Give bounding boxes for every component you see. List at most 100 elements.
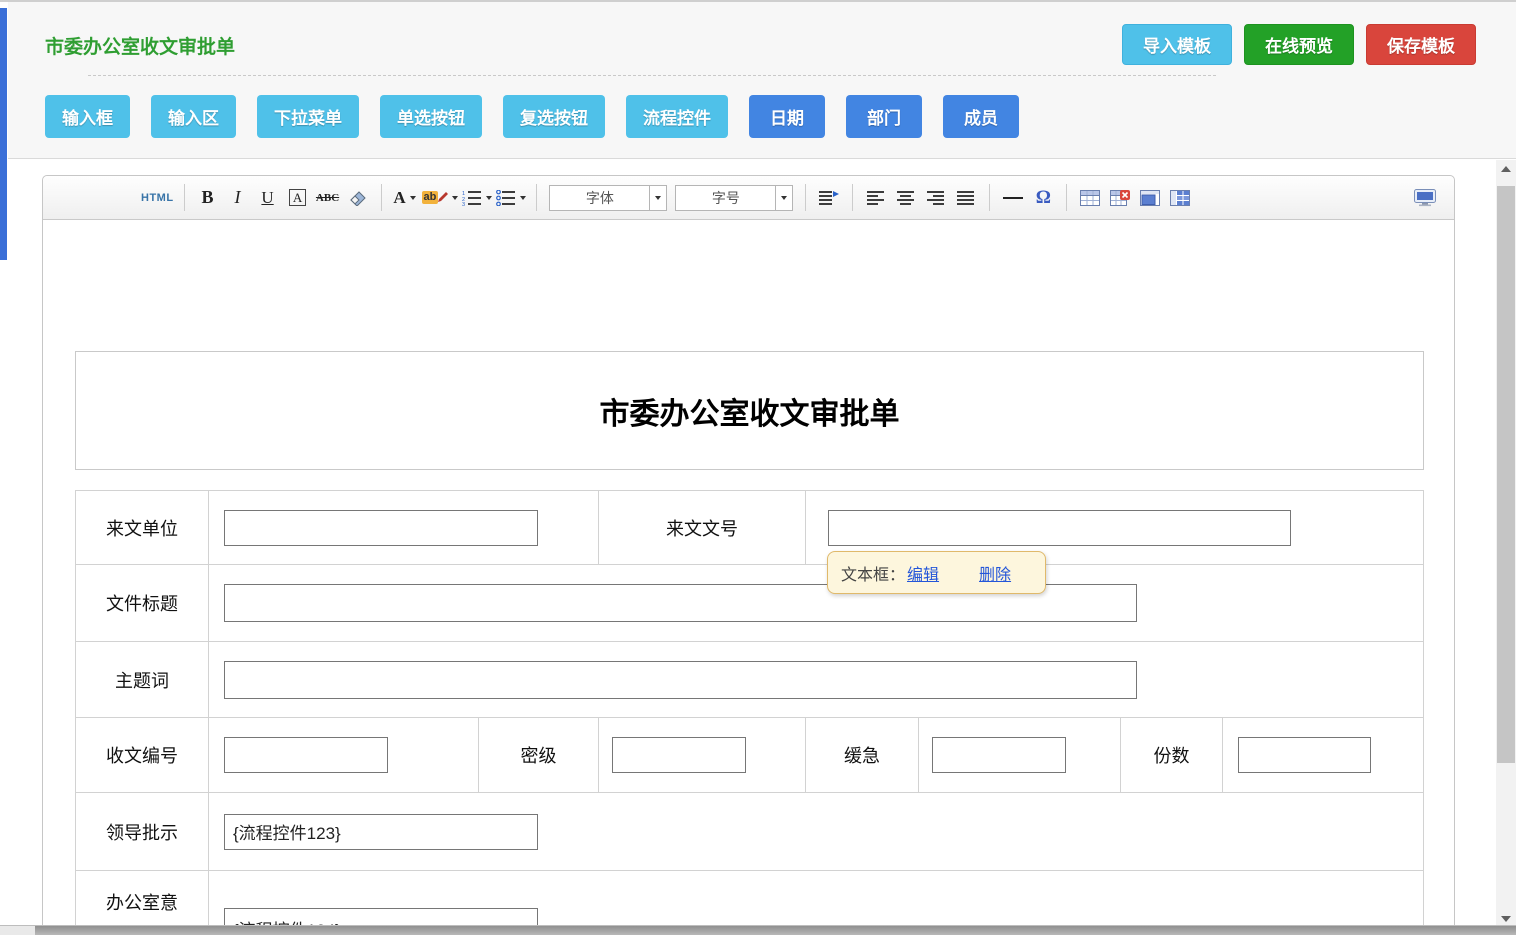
align-center-button[interactable] (893, 184, 919, 212)
copies-input[interactable] (1238, 737, 1371, 773)
online-preview-button[interactable]: 在线预览 (1244, 24, 1354, 65)
import-template-button[interactable]: 导入模板 (1122, 24, 1232, 65)
keywords-input[interactable] (224, 661, 1137, 699)
align-center-icon (897, 191, 915, 205)
horizontal-scrollbar-thumb[interactable] (35, 926, 1516, 935)
receipt-no-cell (209, 718, 479, 792)
form-title-box: 市委办公室收文审批单 (75, 351, 1424, 470)
add-input-box-button[interactable]: 输入框 (45, 95, 130, 138)
receipt-no-input[interactable] (224, 737, 388, 773)
urgency-input[interactable] (932, 737, 1066, 773)
table-row: 文件标题 (76, 565, 1423, 642)
add-member-button[interactable]: 成员 (943, 95, 1019, 138)
table-row: 来文单位 来文文号 (76, 491, 1423, 565)
copies-label: 份数 (1121, 718, 1223, 792)
add-dropdown-button[interactable]: 下拉菜单 (257, 95, 359, 138)
chevron-down-icon (410, 196, 416, 200)
source-unit-input[interactable] (224, 510, 538, 546)
rich-text-editor: HTML B I U A ABC A ab 1 (42, 175, 1455, 935)
arrow-up-icon (1501, 166, 1511, 172)
urgency-label: 缓急 (806, 718, 919, 792)
html-source-button[interactable]: HTML (141, 184, 174, 212)
strikethrough-button[interactable]: ABC (315, 184, 341, 212)
align-left-button[interactable] (863, 184, 889, 212)
pencil-icon (438, 192, 448, 204)
doc-number-input[interactable] (828, 510, 1291, 546)
leader-note-label: 领导批示 (76, 793, 209, 870)
leader-note-input[interactable] (224, 814, 538, 850)
ordered-list-icon: 1 2 3 (462, 190, 482, 206)
header-actions: 导入模板 在线预览 保存模板 (1122, 24, 1476, 65)
monitor-icon (1414, 189, 1436, 207)
table-row: 领导批示 (76, 793, 1423, 871)
add-date-button[interactable]: 日期 (749, 95, 825, 138)
security-input[interactable] (612, 737, 746, 773)
delete-table-button[interactable] (1107, 184, 1133, 212)
horizontal-scrollbar[interactable] (0, 925, 1516, 935)
security-label: 密级 (479, 718, 599, 792)
align-justify-button[interactable] (953, 184, 979, 212)
form-title: 市委办公室收文审批单 (600, 389, 900, 433)
underline-button[interactable]: U (255, 184, 281, 212)
highlight-color-button[interactable]: ab (422, 184, 459, 212)
vertical-scrollbar-thumb[interactable] (1497, 186, 1515, 763)
add-textarea-button[interactable]: 输入区 (151, 95, 236, 138)
align-right-button[interactable] (923, 184, 949, 212)
table-properties-icon (1170, 190, 1190, 206)
editor-canvas[interactable]: 市委办公室收文审批单 来文单位 来文文号 文件标题 主题词 (43, 220, 1454, 935)
indent-button[interactable] (816, 184, 842, 212)
keywords-label: 主题词 (76, 642, 209, 717)
chevron-down-icon (655, 196, 661, 200)
screen: 市委办公室收文审批单 导入模板 在线预览 保存模板 输入框 输入区 下拉菜单 单… (0, 0, 1516, 935)
chevron-down-icon (781, 196, 787, 200)
background-page-edge (0, 8, 7, 260)
align-right-icon (927, 191, 945, 205)
doc-title-cell (209, 565, 1423, 641)
italic-button[interactable]: I (225, 184, 251, 212)
insert-table-button[interactable] (1077, 184, 1103, 212)
font-family-select[interactable]: 字体 (549, 185, 667, 211)
remove-format-button[interactable] (345, 184, 371, 212)
special-char-button[interactable]: Ω (1030, 184, 1056, 212)
add-radio-button[interactable]: 单选按钮 (380, 95, 482, 138)
cell-properties-icon (1140, 190, 1160, 206)
add-flow-control-button[interactable]: 流程控件 (626, 95, 728, 138)
cell-properties-button[interactable] (1137, 184, 1163, 212)
font-color-button[interactable]: A (392, 184, 418, 212)
control-buttons-row: 输入框 输入区 下拉菜单 单选按钮 复选按钮 流程控件 日期 部门 成员 (45, 95, 1019, 138)
add-checkbox-button[interactable]: 复选按钮 (503, 95, 605, 138)
vertical-scrollbar[interactable] (1496, 160, 1516, 927)
char-border-button[interactable]: A (285, 184, 311, 212)
page-title: 市委办公室收文审批单 (45, 32, 235, 59)
toolbar-separator (536, 184, 537, 211)
ordered-list-button[interactable]: 1 2 3 (462, 184, 492, 212)
arrow-down-icon (1501, 916, 1511, 922)
toolbar-separator (381, 184, 382, 211)
dashed-divider (88, 75, 1216, 76)
font-family-dropdown-button[interactable] (649, 186, 666, 210)
html-source-label: HTML (141, 192, 174, 204)
delete-link[interactable]: 删除 (979, 561, 1011, 585)
receipt-no-label: 收文编号 (76, 718, 209, 792)
table-properties-button[interactable] (1167, 184, 1193, 212)
horizontal-rule-button[interactable] (1000, 184, 1026, 212)
align-left-icon (867, 191, 885, 205)
save-template-button[interactable]: 保存模板 (1366, 24, 1476, 65)
delete-table-icon (1110, 190, 1130, 206)
toolbar-separator (852, 184, 853, 211)
edit-link[interactable]: 编辑 (907, 561, 939, 585)
bold-button[interactable]: B (195, 184, 221, 212)
doc-number-label: 来文文号 (599, 491, 806, 564)
chevron-down-icon (486, 196, 492, 200)
keywords-cell (209, 642, 1423, 717)
textbox-context-tooltip: 文本框： 编辑 删除 (827, 551, 1046, 594)
copies-cell (1223, 718, 1423, 792)
font-size-select[interactable]: 字号 (675, 185, 793, 211)
font-size-dropdown-button[interactable] (775, 186, 792, 210)
scroll-up-button[interactable] (1496, 160, 1516, 177)
fullscreen-button[interactable] (1412, 184, 1438, 212)
unordered-list-button[interactable] (496, 184, 526, 212)
add-department-button[interactable]: 部门 (846, 95, 922, 138)
eraser-icon (348, 189, 367, 206)
table-row: 主题词 (76, 642, 1423, 718)
